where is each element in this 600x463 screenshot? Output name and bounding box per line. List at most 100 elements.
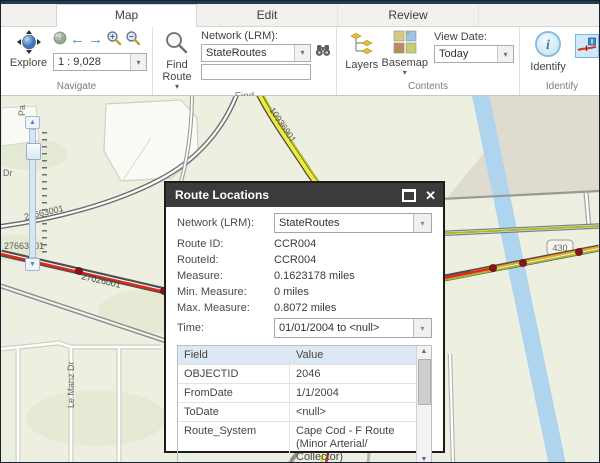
dlg-measure-value: 0.1623178 miles xyxy=(274,270,355,282)
event-editor-window: Map Edit Review Explore xyxy=(0,0,600,463)
cell-field: Route_System xyxy=(178,422,290,463)
identify-route-icon xyxy=(577,36,597,56)
cell-field: ToDate xyxy=(178,403,290,421)
dlg-routeid-label: RouteId: xyxy=(177,254,274,266)
view-date-combobox[interactable]: Today ▾ xyxy=(434,45,514,63)
chevron-down-icon[interactable]: ▾ xyxy=(497,46,513,62)
dlg-route-id-label: Route ID: xyxy=(177,238,274,250)
maximize-icon[interactable] xyxy=(402,189,416,202)
scroll-up-icon[interactable]: ▲ xyxy=(421,346,428,358)
identify-label: Identify xyxy=(530,61,565,73)
scrollbar-thumb[interactable] xyxy=(418,359,431,405)
dlg-min-measure-value: 0 miles xyxy=(274,286,309,298)
zoom-slider-thumb[interactable] xyxy=(26,143,41,160)
dlg-time-combobox[interactable]: 01/01/2004 to <null> ▾ xyxy=(274,318,432,338)
cell-field: FromDate xyxy=(178,384,290,402)
street-label-pa: Pa xyxy=(17,105,27,116)
network-lrm-combobox[interactable]: StateRoutes ▾ xyxy=(201,44,311,62)
basemap-icon xyxy=(393,30,417,57)
table-row[interactable]: ToDate <null> xyxy=(178,402,416,421)
basemap-button[interactable]: Basemap ▾ xyxy=(382,30,428,77)
layers-icon xyxy=(349,30,375,59)
dlg-routeid-value: CCR004 xyxy=(274,254,316,266)
tab-review[interactable]: Review xyxy=(338,4,479,26)
dialog-title: Route Locations xyxy=(175,188,269,202)
ribbon: Explore ← → xyxy=(1,27,599,96)
map-scale-value: 1 : 9,028 xyxy=(54,56,130,68)
chevron-down-icon[interactable]: ▾ xyxy=(294,45,310,61)
table-scrollbar[interactable]: ▲ ▼ xyxy=(416,346,431,463)
attribute-table: Field Value OBJECTID 2046 FromDate 1/1/2… xyxy=(177,345,432,463)
zoom-slider-up-icon[interactable]: ▲ xyxy=(25,116,40,129)
scroll-down-icon[interactable]: ▼ xyxy=(421,454,428,463)
cell-value: <null> xyxy=(290,403,416,421)
chevron-down-icon[interactable]: ▾ xyxy=(413,319,431,337)
street-label-le-manz-dr: Le Manz Dr xyxy=(66,361,76,408)
cell-value: Cape Cod - F Route (Minor Arterial/ Coll… xyxy=(290,422,416,463)
group-identify: i Identify Identify xyxy=(520,27,600,95)
zoom-slider-down-icon[interactable]: ▼ xyxy=(25,258,40,271)
table-row[interactable]: Route_System Cape Cod - F Route (Minor A… xyxy=(178,421,416,463)
group-label-identify: Identify xyxy=(520,81,600,95)
cell-value: 2046 xyxy=(290,365,416,383)
dlg-time-label: Time: xyxy=(177,322,274,334)
find-route-button[interactable]: Find Route ▾ xyxy=(158,30,196,91)
zoom-in-icon[interactable] xyxy=(106,30,122,51)
street-label-dr: Dr xyxy=(3,168,13,178)
dlg-max-measure-value: 0.8072 miles xyxy=(274,302,336,314)
route-id-input[interactable] xyxy=(201,64,311,80)
dialog-titlebar[interactable]: Route Locations ✕ xyxy=(166,183,443,207)
tab-map[interactable]: Map xyxy=(56,4,197,27)
zoom-out-icon[interactable] xyxy=(125,30,141,51)
chevron-down-icon[interactable]: ▾ xyxy=(413,214,431,232)
group-contents: Layers Basemap ▾ xyxy=(337,27,520,95)
group-find: Find Route ▾ Network (LRM): StateRoutes … xyxy=(153,27,337,95)
dlg-network-label: Network (LRM): xyxy=(177,217,274,229)
chevron-down-icon: ▾ xyxy=(175,83,179,91)
chevron-down-icon: ▾ xyxy=(403,69,407,77)
cell-value: 1/1/2004 xyxy=(290,384,416,402)
dlg-min-measure-label: Min. Measure: xyxy=(177,286,274,298)
group-navigate: Explore ← → xyxy=(1,27,153,95)
map-scale-combobox[interactable]: 1 : 9,028 ▾ xyxy=(53,53,147,71)
layers-label: Layers xyxy=(345,59,378,71)
svg-text:i: i xyxy=(546,38,550,53)
layers-button[interactable]: Layers xyxy=(342,30,382,71)
tab-edit[interactable]: Edit xyxy=(197,4,338,26)
table-row[interactable]: OBJECTID 2046 xyxy=(178,364,416,383)
col-header-value: Value xyxy=(290,346,416,364)
dlg-time-value: 01/01/2004 to <null> xyxy=(275,322,413,334)
close-icon[interactable]: ✕ xyxy=(425,189,436,202)
dlg-max-measure-label: Max. Measure: xyxy=(177,302,274,314)
find-route-label: Find Route xyxy=(158,59,196,83)
zoom-slider-ticks xyxy=(42,132,47,256)
identify-route-locations-tool[interactable] xyxy=(575,34,599,58)
table-row[interactable]: FromDate 1/1/2004 xyxy=(178,383,416,402)
attribute-table-header: Field Value xyxy=(178,346,416,364)
route-locations-dialog: Route Locations ✕ Network (LRM): StateRo… xyxy=(164,181,445,453)
zoom-slider[interactable]: ▲ ▼ xyxy=(25,116,40,272)
view-date-label: View Date: xyxy=(434,30,514,44)
find-route-magnifier-icon xyxy=(164,30,190,59)
binoculars-icon[interactable] xyxy=(315,43,331,62)
ribbon-tab-bar: Map Edit Review xyxy=(1,4,599,27)
identify-button[interactable]: i Identify xyxy=(525,30,571,73)
map-canvas[interactable]: 430 xyxy=(1,96,599,463)
cell-field: OBJECTID xyxy=(178,365,290,383)
network-lrm-value: StateRoutes xyxy=(202,47,294,59)
previous-extent-icon[interactable]: ← xyxy=(70,32,85,48)
explore-label: Explore xyxy=(10,57,47,69)
group-label-navigate: Navigate xyxy=(1,81,152,95)
explore-pan-icon xyxy=(17,30,41,57)
dlg-network-combobox[interactable]: StateRoutes ▾ xyxy=(274,213,432,233)
road-right-of-dialog xyxy=(450,354,453,463)
identify-icon: i xyxy=(534,30,562,61)
globe-icon[interactable] xyxy=(53,31,67,50)
col-header-field: Field xyxy=(178,346,290,364)
network-lrm-label: Network (LRM): xyxy=(201,30,331,43)
next-extent-icon[interactable]: → xyxy=(88,32,103,48)
group-label-contents: Contents xyxy=(337,81,519,95)
chevron-down-icon[interactable]: ▾ xyxy=(130,54,146,70)
explore-button[interactable]: Explore xyxy=(6,30,51,69)
dlg-measure-label: Measure: xyxy=(177,270,274,282)
